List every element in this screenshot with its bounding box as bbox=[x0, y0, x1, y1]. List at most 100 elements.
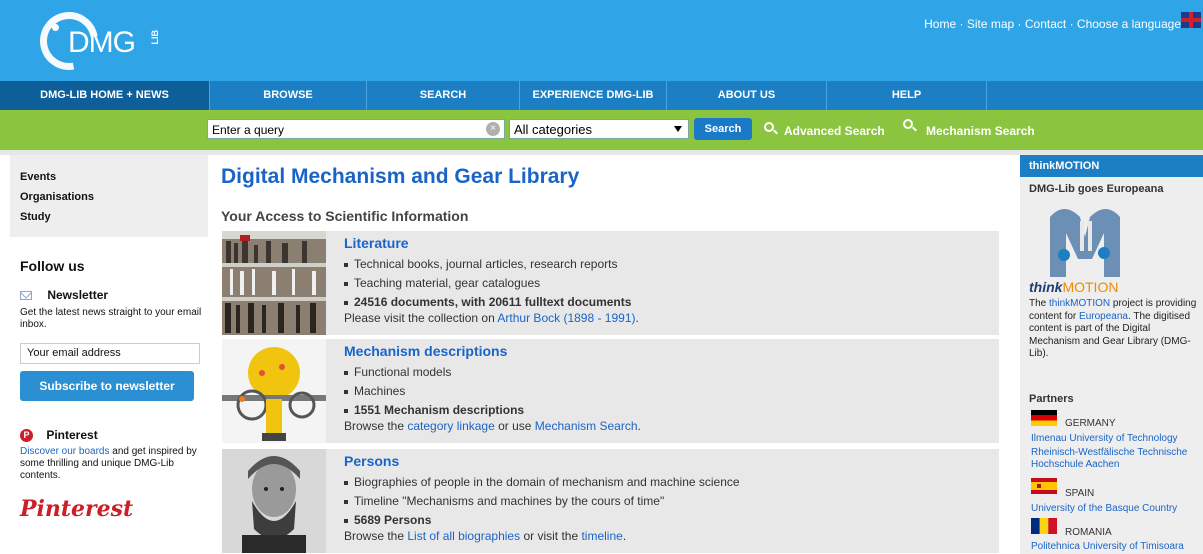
pinterest-heading: P Pinterest bbox=[20, 428, 98, 443]
pinterest-icon: P bbox=[20, 429, 33, 443]
note-text: or use bbox=[494, 419, 535, 433]
note-text: . bbox=[635, 311, 639, 325]
pinterest-description: Discover our boards and get inspired by … bbox=[20, 446, 210, 482]
mechanism-thumbnail[interactable] bbox=[222, 339, 326, 443]
persons-bullets: Biographies of people in the domain of m… bbox=[344, 473, 740, 530]
advanced-search-link[interactable]: Advanced Search bbox=[784, 124, 885, 138]
thinkmotion-header: thinkMOTION bbox=[1020, 155, 1203, 177]
search-input[interactable]: Enter a query bbox=[207, 119, 505, 139]
spain-flag-icon bbox=[1031, 478, 1057, 494]
top-link-choose-language[interactable]: Choose a language bbox=[1077, 17, 1181, 31]
logo-text: DMG bbox=[68, 26, 136, 59]
country-spain: SPAIN bbox=[1065, 488, 1095, 499]
literature-count: 24516 documents, with 20611 fulltext doc… bbox=[344, 293, 631, 312]
top-link-separator: · bbox=[1017, 17, 1022, 31]
wordmark-motion: MOTION bbox=[1062, 279, 1119, 295]
timeline-link[interactable]: timeline bbox=[581, 529, 622, 543]
dmg-lib-logo[interactable]: DMG LIB bbox=[28, 0, 190, 82]
mechanism-block: Mechanism descriptions Functional models… bbox=[222, 339, 999, 443]
category-linkage-link[interactable]: category linkage bbox=[407, 419, 494, 433]
note-text: Browse the bbox=[344, 419, 408, 433]
persons-title[interactable]: Persons bbox=[344, 453, 399, 469]
romania-flag-icon bbox=[1031, 518, 1057, 534]
follow-us-heading: Follow us bbox=[20, 258, 85, 274]
nav-item-home-news[interactable]: DMG-LIB HOME + NEWS bbox=[0, 81, 210, 110]
top-link-site-map[interactable]: Site map bbox=[967, 17, 1014, 31]
site-header: DMG LIB Home · Site map · Contact · Choo… bbox=[0, 0, 1203, 82]
literature-title[interactable]: Literature bbox=[344, 235, 409, 251]
wordmark-think: think bbox=[1029, 279, 1063, 295]
thinkmotion-link[interactable]: thinkMOTION bbox=[1049, 298, 1110, 309]
newsletter-heading: Newsletter bbox=[20, 288, 108, 302]
mechanism-bullets: Functional models Machines 1551 Mechanis… bbox=[344, 363, 524, 420]
nav-item-about-us[interactable]: ABOUT US bbox=[667, 81, 827, 110]
mechanism-search-link[interactable]: Mechanism Search bbox=[926, 124, 1035, 138]
list-item: Functional models bbox=[344, 363, 524, 382]
partner-timisoara-link[interactable]: Politehnica University of Timisoara bbox=[1031, 541, 1184, 553]
top-link-contact[interactable]: Contact bbox=[1025, 17, 1066, 31]
list-item: Machines bbox=[344, 382, 524, 401]
leftnav-item-events[interactable]: Events bbox=[20, 167, 208, 187]
nav-item-help[interactable]: HELP bbox=[827, 81, 987, 110]
mechanism-search-inline-link[interactable]: Mechanism Search bbox=[535, 419, 638, 433]
mechanism-note: Browse the category linkage or use Mecha… bbox=[344, 419, 641, 433]
note-text: . bbox=[637, 419, 641, 433]
magnifier-icon bbox=[764, 122, 774, 132]
leftnav-item-study[interactable]: Study bbox=[20, 207, 208, 227]
literature-thumbnail[interactable] bbox=[222, 231, 326, 335]
category-select[interactable]: All categories bbox=[509, 119, 689, 139]
persons-note: Browse the List of all biographies or vi… bbox=[344, 529, 626, 543]
email-field[interactable]: Your email address bbox=[20, 343, 200, 364]
discover-boards-link[interactable]: Discover our boards bbox=[20, 446, 109, 457]
logo-suffix: LIB bbox=[150, 30, 160, 45]
pinterest-logo[interactable]: Pinterest bbox=[20, 496, 133, 522]
search-button[interactable]: Search bbox=[694, 118, 752, 140]
persons-thumbnail[interactable] bbox=[222, 449, 326, 553]
note-text: Browse the bbox=[344, 529, 408, 543]
page-subtitle: Your Access to Scientific Information bbox=[221, 208, 469, 224]
partner-ilmenau-link[interactable]: Ilmenau University of Technology bbox=[1031, 433, 1178, 445]
page-title: Digital Mechanism and Gear Library bbox=[221, 165, 580, 188]
thinkmotion-wordmark: thinkMOTION bbox=[1029, 279, 1118, 295]
partner-rwth-link[interactable]: Rheinisch-Westfälische Technische Hochsc… bbox=[1031, 447, 1203, 471]
thinkmotion-logo-image[interactable] bbox=[1040, 197, 1130, 285]
list-item: Biographies of people in the domain of m… bbox=[344, 473, 740, 492]
europeana-heading: DMG-Lib goes Europeana bbox=[1029, 183, 1164, 195]
nav-item-search[interactable]: SEARCH bbox=[367, 81, 520, 110]
top-link-separator: · bbox=[959, 17, 964, 31]
top-link-home[interactable]: Home bbox=[924, 17, 956, 31]
partners-heading: Partners bbox=[1029, 393, 1074, 405]
europeana-link[interactable]: Europeana bbox=[1079, 311, 1128, 322]
biographies-link[interactable]: List of all biographies bbox=[407, 529, 520, 543]
partner-basque-link[interactable]: University of the Basque Country bbox=[1031, 503, 1177, 515]
leftnav-item-organisations[interactable]: Organisations bbox=[20, 187, 208, 207]
clear-icon[interactable]: × bbox=[486, 122, 500, 136]
mechanism-title[interactable]: Mechanism descriptions bbox=[344, 343, 507, 359]
desc-text: The bbox=[1029, 298, 1050, 309]
germany-flag-icon bbox=[1031, 410, 1057, 426]
subscribe-button[interactable]: Subscribe to newsletter bbox=[20, 371, 194, 401]
uk-flag-icon[interactable] bbox=[1181, 12, 1201, 28]
nav-item-browse[interactable]: BROWSE bbox=[210, 81, 367, 110]
left-subnav: Events Organisations Study bbox=[10, 155, 208, 237]
literature-bullets: Technical books, journal articles, resea… bbox=[344, 255, 631, 312]
category-selected-value: All categories bbox=[514, 122, 593, 137]
note-text: Please visit the collection on bbox=[344, 311, 498, 325]
arthur-bock-link[interactable]: Arthur Bock (1898 - 1991) bbox=[497, 311, 635, 325]
thinkmotion-description: The thinkMOTION project is providing con… bbox=[1029, 298, 1201, 361]
main-navigation: DMG-LIB HOME + NEWS BROWSE SEARCH EXPERI… bbox=[0, 81, 1203, 110]
pinterest-title: Pinterest bbox=[46, 428, 98, 442]
chevron-down-icon bbox=[674, 126, 682, 132]
list-item: Technical books, journal articles, resea… bbox=[344, 255, 631, 274]
note-text: or visit the bbox=[520, 529, 582, 543]
top-link-separator: · bbox=[1069, 17, 1074, 31]
top-links: Home · Site map · Contact · Choose a lan… bbox=[924, 17, 1181, 31]
newsletter-title: Newsletter bbox=[47, 288, 109, 302]
nav-item-experience[interactable]: EXPERIENCE DMG-LIB bbox=[520, 81, 667, 110]
country-germany: GERMANY bbox=[1065, 418, 1116, 429]
note-text: . bbox=[622, 529, 627, 543]
literature-note: Please visit the collection on Arthur Bo… bbox=[344, 311, 639, 325]
search-bar: Enter a query × All categories Search Ad… bbox=[0, 110, 1203, 150]
list-item: Timeline "Mechanisms and machines by the… bbox=[344, 492, 740, 511]
literature-block: Literature Technical books, journal arti… bbox=[222, 231, 999, 335]
